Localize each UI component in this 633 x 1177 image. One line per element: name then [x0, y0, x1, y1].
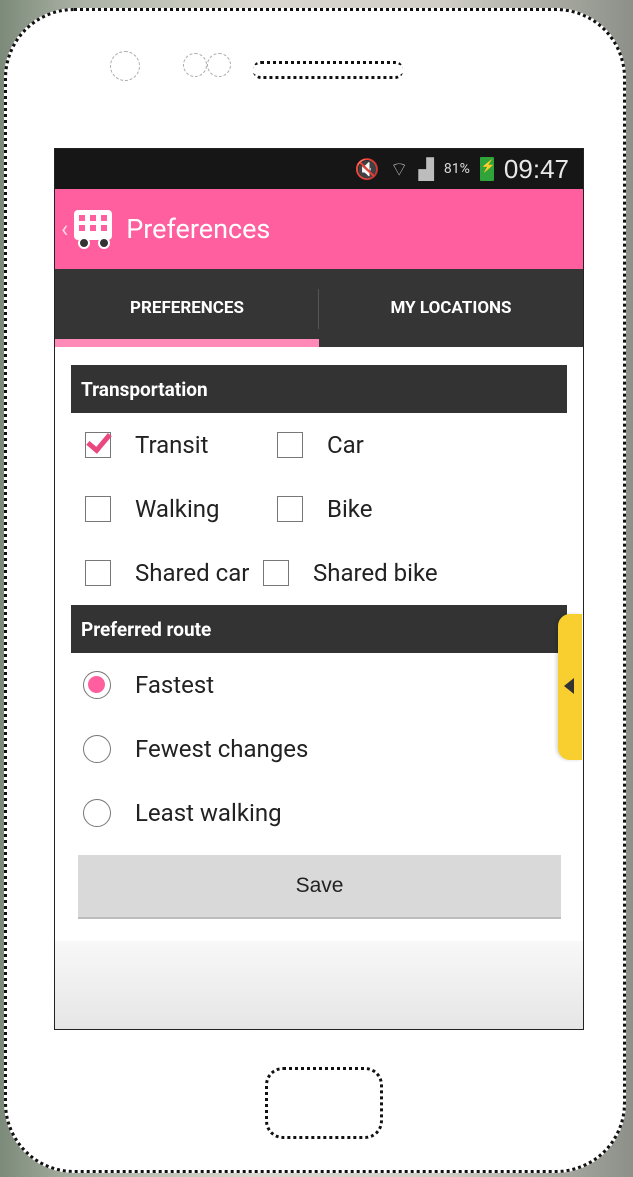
sensor-icon: [183, 53, 207, 77]
checkbox-row-shared-car[interactable]: Shared car: [71, 541, 263, 605]
tab-divider: [318, 289, 319, 329]
checkbox-row-walking[interactable]: Walking: [71, 477, 263, 541]
speaker-grille: [253, 61, 403, 79]
side-drawer-handle[interactable]: [558, 614, 582, 760]
battery-percent: 81%: [443, 161, 470, 177]
page-title: Preferences: [126, 213, 271, 245]
checkbox-row-car[interactable]: Car: [263, 413, 567, 477]
radio-label: Fastest: [135, 671, 215, 699]
preferences-content: Transportation Transit Car Walking Bike …: [55, 347, 583, 919]
radio-row-least-walking[interactable]: Least walking: [71, 781, 567, 845]
section-header-transportation: Transportation: [71, 365, 567, 413]
checkbox-label: Shared bike: [313, 559, 438, 587]
radio-fastest[interactable]: [83, 671, 111, 699]
tab-my-locations[interactable]: MY LOCATIONS: [319, 269, 583, 347]
front-camera-icon: [110, 51, 140, 81]
checkbox-label: Transit: [135, 431, 209, 459]
radio-label: Least walking: [135, 799, 282, 827]
checkbox-label: Walking: [135, 495, 220, 523]
tab-bar: PREFERENCES MY LOCATIONS: [55, 269, 583, 347]
checkbox-row-bike[interactable]: Bike: [263, 477, 567, 541]
section-header-preferred-route: Preferred route: [71, 605, 567, 653]
status-bar: 🔇 ⌔ ▟ 81% 09:47: [55, 149, 583, 189]
app-screen: 🔇 ⌔ ▟ 81% 09:47 ‹ Preferences PREFERENCE…: [54, 148, 584, 1030]
arrow-left-icon: [564, 678, 574, 694]
checkbox-shared-bike[interactable]: [263, 560, 289, 586]
radio-fewest-changes[interactable]: [83, 735, 111, 763]
checkbox-bike[interactable]: [277, 496, 303, 522]
radio-row-fastest[interactable]: Fastest: [71, 653, 567, 717]
checkbox-row-transit[interactable]: Transit: [71, 413, 263, 477]
checkbox-walking[interactable]: [85, 496, 111, 522]
checkbox-label: Car: [327, 431, 364, 459]
checkbox-car[interactable]: [277, 432, 303, 458]
bus-app-icon[interactable]: [72, 207, 116, 251]
battery-charging-icon: [479, 157, 496, 181]
checkbox-shared-car[interactable]: [85, 560, 111, 586]
tab-preferences[interactable]: PREFERENCES: [55, 269, 319, 347]
checkbox-label: Bike: [327, 495, 373, 523]
checkbox-transit[interactable]: [85, 432, 111, 458]
signal-icon: ▟: [418, 157, 434, 181]
checkbox-label: Shared car: [135, 559, 250, 587]
back-icon[interactable]: ‹: [61, 215, 68, 243]
checkbox-row-shared-bike[interactable]: Shared bike: [263, 541, 567, 605]
radio-label: Fewest changes: [135, 735, 309, 763]
transportation-options: Transit Car Walking Bike Shared car Shar…: [71, 413, 567, 605]
save-button[interactable]: Save: [78, 855, 561, 919]
action-bar: ‹ Preferences: [55, 189, 583, 269]
status-time: 09:47: [503, 153, 569, 184]
sensor-icon: [207, 53, 231, 77]
radio-row-fewest-changes[interactable]: Fewest changes: [71, 717, 567, 781]
footer-area: [55, 941, 583, 1029]
mute-icon: 🔇: [354, 157, 380, 181]
home-button[interactable]: [265, 1067, 383, 1139]
route-options: Fastest Fewest changes Least walking: [71, 653, 567, 845]
wifi-icon: ⌔: [389, 157, 409, 181]
radio-least-walking[interactable]: [83, 799, 111, 827]
